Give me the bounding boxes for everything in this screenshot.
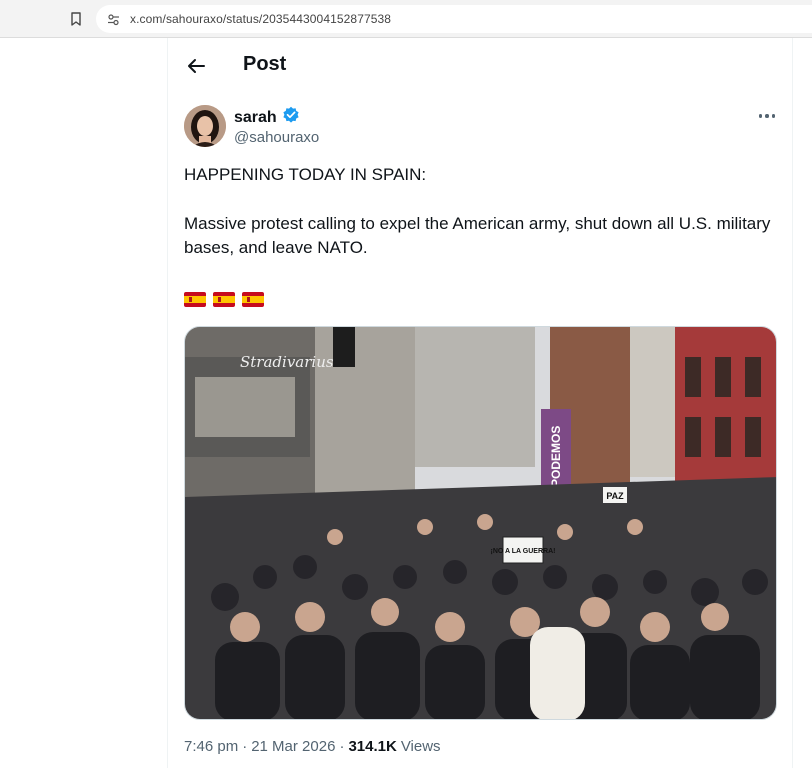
column-divider <box>792 38 793 768</box>
author-name-text[interactable]: sarah <box>234 109 277 127</box>
tweet-image[interactable]: PODEMOS Stradivarius ¡NO A LA GUERRA! PA… <box>184 326 777 720</box>
post-header: Post <box>168 38 792 92</box>
avatar[interactable] <box>184 105 226 147</box>
store-sign-text: Stradivarius <box>240 353 334 371</box>
tweet-text-line: Massive protest calling to expel the Ame… <box>184 214 771 257</box>
no-a-la-guerra-sign-text: ¡NO A LA GUERRA! <box>491 548 556 555</box>
left-sidebar <box>0 38 167 768</box>
flag-spain-icon <box>242 292 264 307</box>
post-time[interactable]: 7:46 pm <box>184 738 238 755</box>
bookmark-icon[interactable] <box>66 9 86 29</box>
post-date[interactable]: 21 Mar 2026 <box>251 738 335 755</box>
paz-sign-text: PAZ <box>606 491 624 501</box>
author-name[interactable]: sarah <box>234 106 300 129</box>
more-options-icon[interactable] <box>755 106 779 126</box>
url-text[interactable]: x.com/sahouraxo/status/20354430041528775… <box>130 12 391 26</box>
views-count: 314.1K <box>348 738 397 755</box>
address-bar[interactable]: x.com/sahouraxo/status/20354430041528775… <box>96 5 812 33</box>
flag-spain-icon <box>213 292 235 307</box>
back-arrow-icon[interactable] <box>182 52 210 80</box>
page-title: Post <box>243 53 287 75</box>
column-divider <box>167 38 168 768</box>
tweet-text-line: HAPPENING TODAY IN SPAIN: <box>184 165 427 184</box>
site-settings-icon[interactable] <box>106 12 120 26</box>
views-label: Views <box>400 738 441 755</box>
tweet-meta: 7:46 pm · 21 Mar 2026 · 314.1K Views <box>184 738 441 755</box>
meta-separator: · <box>339 738 345 755</box>
podemos-banner-text: PODEMOS <box>549 426 563 487</box>
meta-separator: · <box>242 738 248 755</box>
browser-toolbar: x.com/sahouraxo/status/20354430041528775… <box>0 0 812 38</box>
verified-badge-icon[interactable] <box>282 106 300 129</box>
author-handle[interactable]: @sahouraxo <box>234 129 319 146</box>
flag-emoji-row <box>184 292 264 307</box>
flag-spain-icon <box>184 292 206 307</box>
